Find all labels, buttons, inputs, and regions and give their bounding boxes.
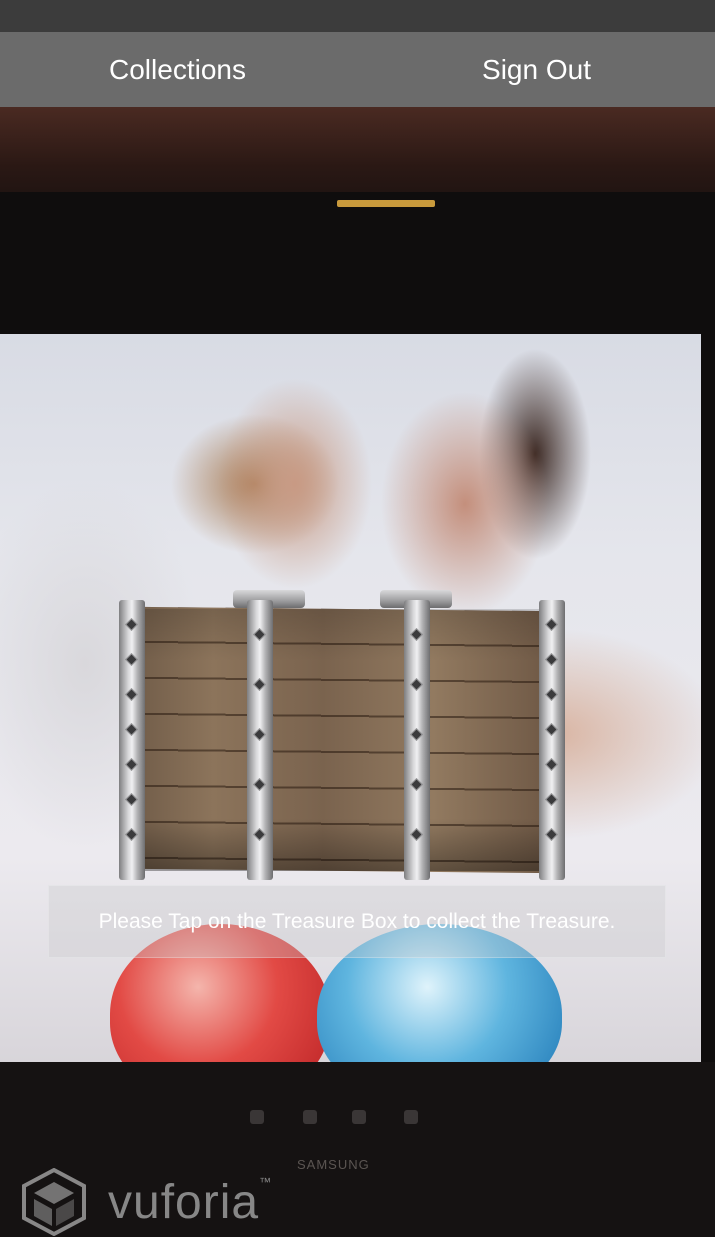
chest-metal-band xyxy=(119,600,145,880)
monitor-control-button xyxy=(404,1110,418,1124)
sign-out-button[interactable]: Sign Out xyxy=(358,32,715,107)
status-bar xyxy=(0,0,715,32)
top-nav: Collections Sign Out xyxy=(0,32,715,107)
monitor-brand-logo: SAMSUNG xyxy=(297,1157,370,1172)
chest-metal-band xyxy=(404,600,430,880)
vuforia-wordmark: vuforia™ xyxy=(108,1174,273,1229)
monitor-control-button xyxy=(303,1110,317,1124)
vuforia-cube-logo xyxy=(22,1168,86,1236)
treasure-chest-icon[interactable] xyxy=(117,590,570,882)
monitor-control-button xyxy=(250,1110,264,1124)
vuforia-watermark: vuforia™ xyxy=(22,1168,272,1236)
instruction-banner: Please Tap on the Treasure Box to collec… xyxy=(48,885,666,958)
monitor-indicator-light xyxy=(337,200,435,207)
monitor-control-button xyxy=(352,1110,366,1124)
collections-button[interactable]: Collections xyxy=(0,32,355,107)
chest-metal-band xyxy=(539,600,565,880)
chest-metal-band xyxy=(247,600,273,880)
chest-shading xyxy=(125,609,565,871)
instruction-text: Please Tap on the Treasure Box to collec… xyxy=(98,909,616,933)
